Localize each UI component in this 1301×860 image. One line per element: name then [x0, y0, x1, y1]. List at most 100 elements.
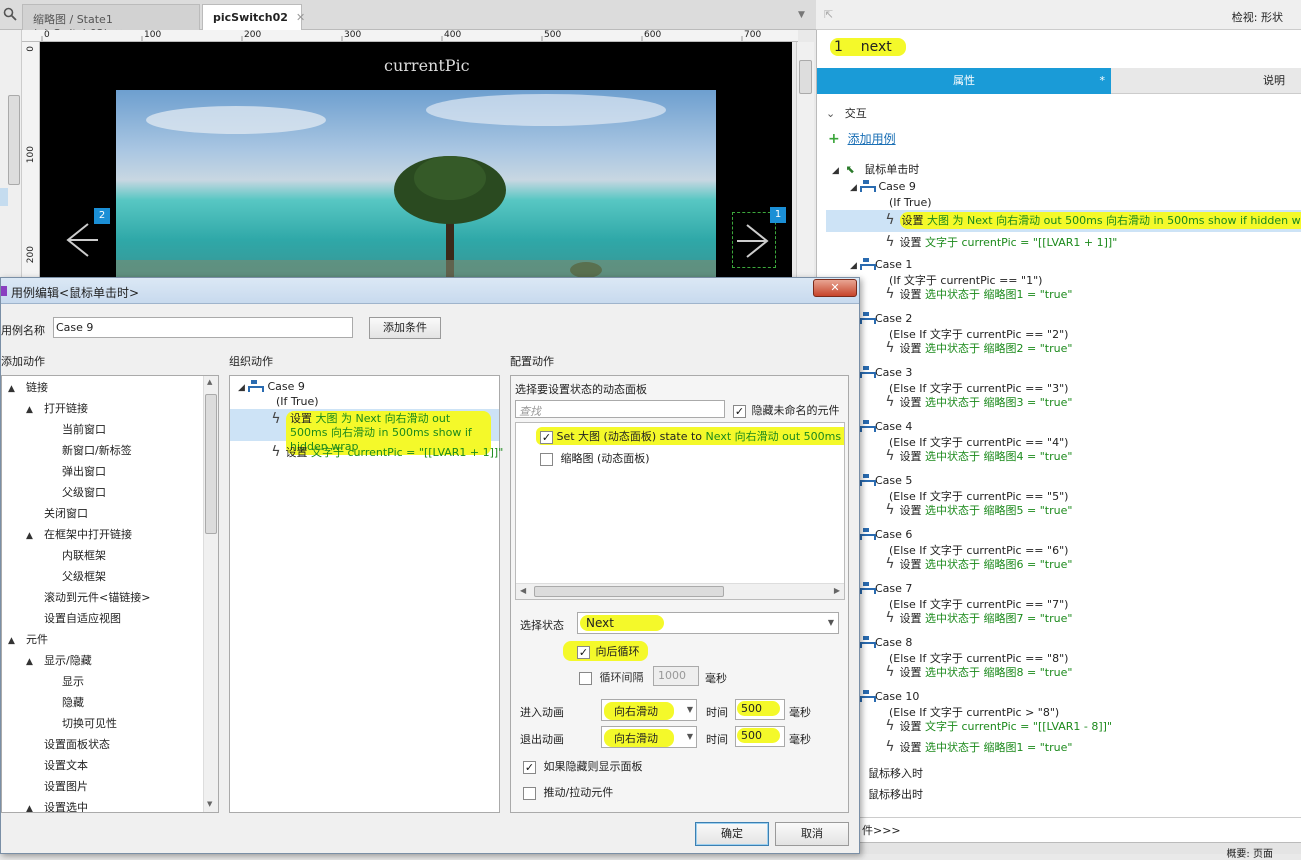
event-mouse-leave[interactable]: 鼠标移出时 [868, 786, 923, 802]
exit-anim-select[interactable]: 向右滑动 ▼ [601, 726, 697, 748]
action-row[interactable]: ϟ 设置 选中状态于 缩略图8 = "true" [884, 664, 1072, 684]
action-tree-item[interactable]: 内联框架 [2, 546, 202, 567]
action-row[interactable]: ϟ 设置 选中状态于 缩略图1 = "true" [884, 739, 1072, 759]
action-tree-item[interactable]: 滚动到元件<锚链接> [2, 588, 202, 609]
action-tree-item[interactable]: 设置文本 [2, 756, 202, 777]
expand-icon[interactable]: ▲ [8, 632, 18, 651]
action-tree-item[interactable]: 设置自适应视图 [2, 609, 202, 630]
case-item[interactable]: ◢Case 10(Else If 文字于 currentPic > "8") [850, 690, 1290, 720]
case-name-input[interactable]: Case 9 [53, 317, 353, 338]
tab-properties[interactable]: 属性 * [817, 68, 1111, 94]
case-item[interactable]: ◢ Case 1 (If 文字于 currentPic == "1") [850, 258, 1290, 288]
event-onclick[interactable]: ◢ ⬉ 鼠标单击时 [832, 161, 919, 177]
event-mouse-enter[interactable]: 鼠标移入时 [868, 765, 923, 781]
canvas-title[interactable]: currentPic [384, 56, 470, 75]
wrap-checkbox[interactable]: ✓ 向后循环 [563, 641, 648, 661]
action-tree-item[interactable]: 隐藏 [2, 693, 202, 714]
action-row[interactable]: ϟ 设置 选中状态于 缩略图6 = "true" [884, 556, 1072, 576]
case-item[interactable]: ◢ Case 9 (If True) [826, 180, 1301, 210]
panel-item-big-image[interactable]: ✓ Set 大图 (动态面板) state to Next 向右滑动 out 5… [536, 427, 844, 445]
cancel-button[interactable]: 取消 [775, 822, 849, 846]
panel-item-thumbnail[interactable]: 缩略图 (动态面板) [540, 450, 650, 466]
action-tree-item[interactable]: ▲ 在框架中打开链接 [2, 525, 202, 546]
action-tree-item[interactable]: 切换可见性 [2, 714, 202, 735]
action-row[interactable]: ϟ 设置 选中状态于 缩略图2 = "true" [884, 340, 1072, 360]
design-canvas[interactable]: currentPic 2 1 [40, 42, 792, 282]
main-image[interactable] [116, 90, 716, 282]
action-tree-item[interactable]: 父级窗口 [2, 483, 202, 504]
case-item[interactable]: ◢Case 3(Else If 文字于 currentPic == "3") [850, 366, 1290, 396]
expand-icon[interactable]: ◢ [832, 166, 842, 176]
expand-icon[interactable]: ◢ [850, 183, 860, 193]
org-action[interactable]: ϟ 设置 文字于 currentPic = "[[LVAR1 + 1]]" [270, 444, 503, 460]
loop-interval-input[interactable]: 1000 [653, 666, 699, 686]
expand-icon[interactable]: ▲ [26, 800, 36, 812]
case-item[interactable]: ◢Case 6(Else If 文字于 currentPic == "6") [850, 528, 1290, 558]
action-row[interactable]: ϟ 设置 选中状态于 缩略图3 = "true" [884, 394, 1072, 414]
action-tree-item[interactable]: 关闭窗口 [2, 504, 202, 525]
expand-icon[interactable]: ▲ [26, 401, 36, 420]
add-condition-button[interactable]: 添加条件 [369, 317, 441, 339]
left-scrollbar[interactable] [8, 95, 20, 185]
search-icon[interactable] [3, 7, 17, 21]
case-item[interactable]: ◢Case 4(Else If 文字于 currentPic == "4") [850, 420, 1290, 450]
enter-anim-select[interactable]: 向右滑动 ▼ [601, 699, 697, 721]
dialog-titlebar[interactable]: 用例编辑<鼠标单击时> ✕ [1, 278, 859, 304]
left-selected-row[interactable] [0, 188, 8, 206]
action-row[interactable]: ϟ 设置 选中状态于 缩略图5 = "true" [884, 502, 1072, 522]
action-row[interactable]: ϟ 设置 文字于 currentPic = "[[LVAR1 + 1]]" [826, 232, 1301, 254]
tab-notes[interactable]: 说明 [1111, 68, 1301, 94]
panel-list-hscroll[interactable]: ◀ ▶ [516, 583, 844, 599]
hide-unnamed-checkbox[interactable]: ✓ 隐藏未命名的元件 [733, 402, 840, 418]
case-item[interactable]: ◢Case 7(Else If 文字于 currentPic == "7") [850, 582, 1290, 612]
tab-thumbnail-state[interactable]: 缩略图 / State1 (picSwitch02)✕ [22, 4, 200, 40]
canvas-scrollbar[interactable] [796, 42, 814, 282]
ok-button[interactable]: 确定 [695, 822, 769, 846]
action-row[interactable]: ϟ 设置 选中状态于 缩略图7 = "true" [884, 610, 1072, 630]
action-tree-item[interactable]: 设置面板状态 [2, 735, 202, 756]
action-tree-item[interactable]: ▲ 元件 [2, 630, 202, 651]
loop-interval-row[interactable]: 循环间隔 [579, 669, 644, 685]
action-tree-item[interactable]: 父级框架 [2, 567, 202, 588]
action-tree-item[interactable]: ▲ 打开链接 [2, 399, 202, 420]
expand-icon[interactable]: ▲ [26, 653, 36, 672]
close-button[interactable]: ✕ [813, 279, 857, 297]
action-tree-item[interactable]: ▲ 设置选中 [2, 798, 202, 812]
action-tree-item[interactable]: 显示 [2, 672, 202, 693]
action-row[interactable]: ϟ 设置 文字于 currentPic = "[[LVAR1 - 8]]" [884, 718, 1112, 738]
action-row[interactable]: ϟ 设置 选中状态于 缩略图1 = "true" [884, 286, 1072, 306]
expand-icon[interactable]: ◢ [238, 383, 248, 393]
panel-search-input[interactable]: 查找 [515, 400, 725, 418]
checkbox-checked-icon[interactable]: ✓ [540, 430, 553, 444]
expand-icon[interactable]: ▲ [8, 380, 18, 399]
org-case[interactable]: ◢ Case 9 [238, 380, 305, 393]
action-row-selected[interactable]: ϟ 设置 大图 为 Next 向右滑动 out 500ms 向右滑动 in 50… [826, 210, 1301, 232]
action-tree-item[interactable]: 当前窗口 [2, 420, 202, 441]
action-tree-item[interactable]: ▲ 链接 [2, 378, 202, 399]
interactions-section[interactable]: ⌄ 交互 [826, 105, 867, 121]
push-pull-checkbox[interactable]: 推动/拉动元件 [523, 784, 613, 800]
shape-name[interactable]: 1 next [824, 37, 906, 57]
case-item[interactable]: ◢Case 8(Else If 文字于 currentPic == "8") [850, 636, 1290, 666]
checkbox-icon[interactable] [540, 452, 553, 466]
add-case-link[interactable]: + 添加用例 [828, 130, 896, 147]
expand-icon[interactable]: ▲ [26, 527, 36, 546]
collapse-icon[interactable]: ⇱ [824, 8, 833, 21]
exit-time-input[interactable]: 500 [735, 726, 785, 747]
action-tree-item[interactable]: ▲ 显示/隐藏 [2, 651, 202, 672]
prev-arrow-icon[interactable] [58, 218, 102, 262]
outline-label[interactable]: 概要: 页面 [1226, 845, 1273, 860]
show-if-hidden-checkbox[interactable]: ✓ 如果隐藏则显示面板 [523, 758, 643, 774]
tree-scrollbar[interactable]: ▲ ▼ [203, 376, 218, 812]
tab-overflow-icon[interactable]: ▼ [798, 10, 805, 20]
more-events-link[interactable]: 件>>> [862, 822, 901, 838]
org-action-selected[interactable]: ϟ 设置 大图 为 Next 向右滑动 out 500ms 向右滑动 in 50… [230, 409, 499, 455]
state-select[interactable]: Next ▼ [577, 612, 839, 634]
tab-picswitch02[interactable]: picSwitch02 ✕ [202, 4, 305, 31]
close-icon[interactable]: ✕ [296, 11, 305, 24]
action-tree-item[interactable]: 新窗口/新标签 [2, 441, 202, 462]
action-tree-item[interactable]: 弹出窗口 [2, 462, 202, 483]
case-item[interactable]: ◢Case 5(Else If 文字于 currentPic == "5") [850, 474, 1290, 504]
case-item[interactable]: ◢Case 2(Else If 文字于 currentPic == "2") [850, 312, 1290, 342]
expand-icon[interactable]: ◢ [850, 261, 860, 271]
